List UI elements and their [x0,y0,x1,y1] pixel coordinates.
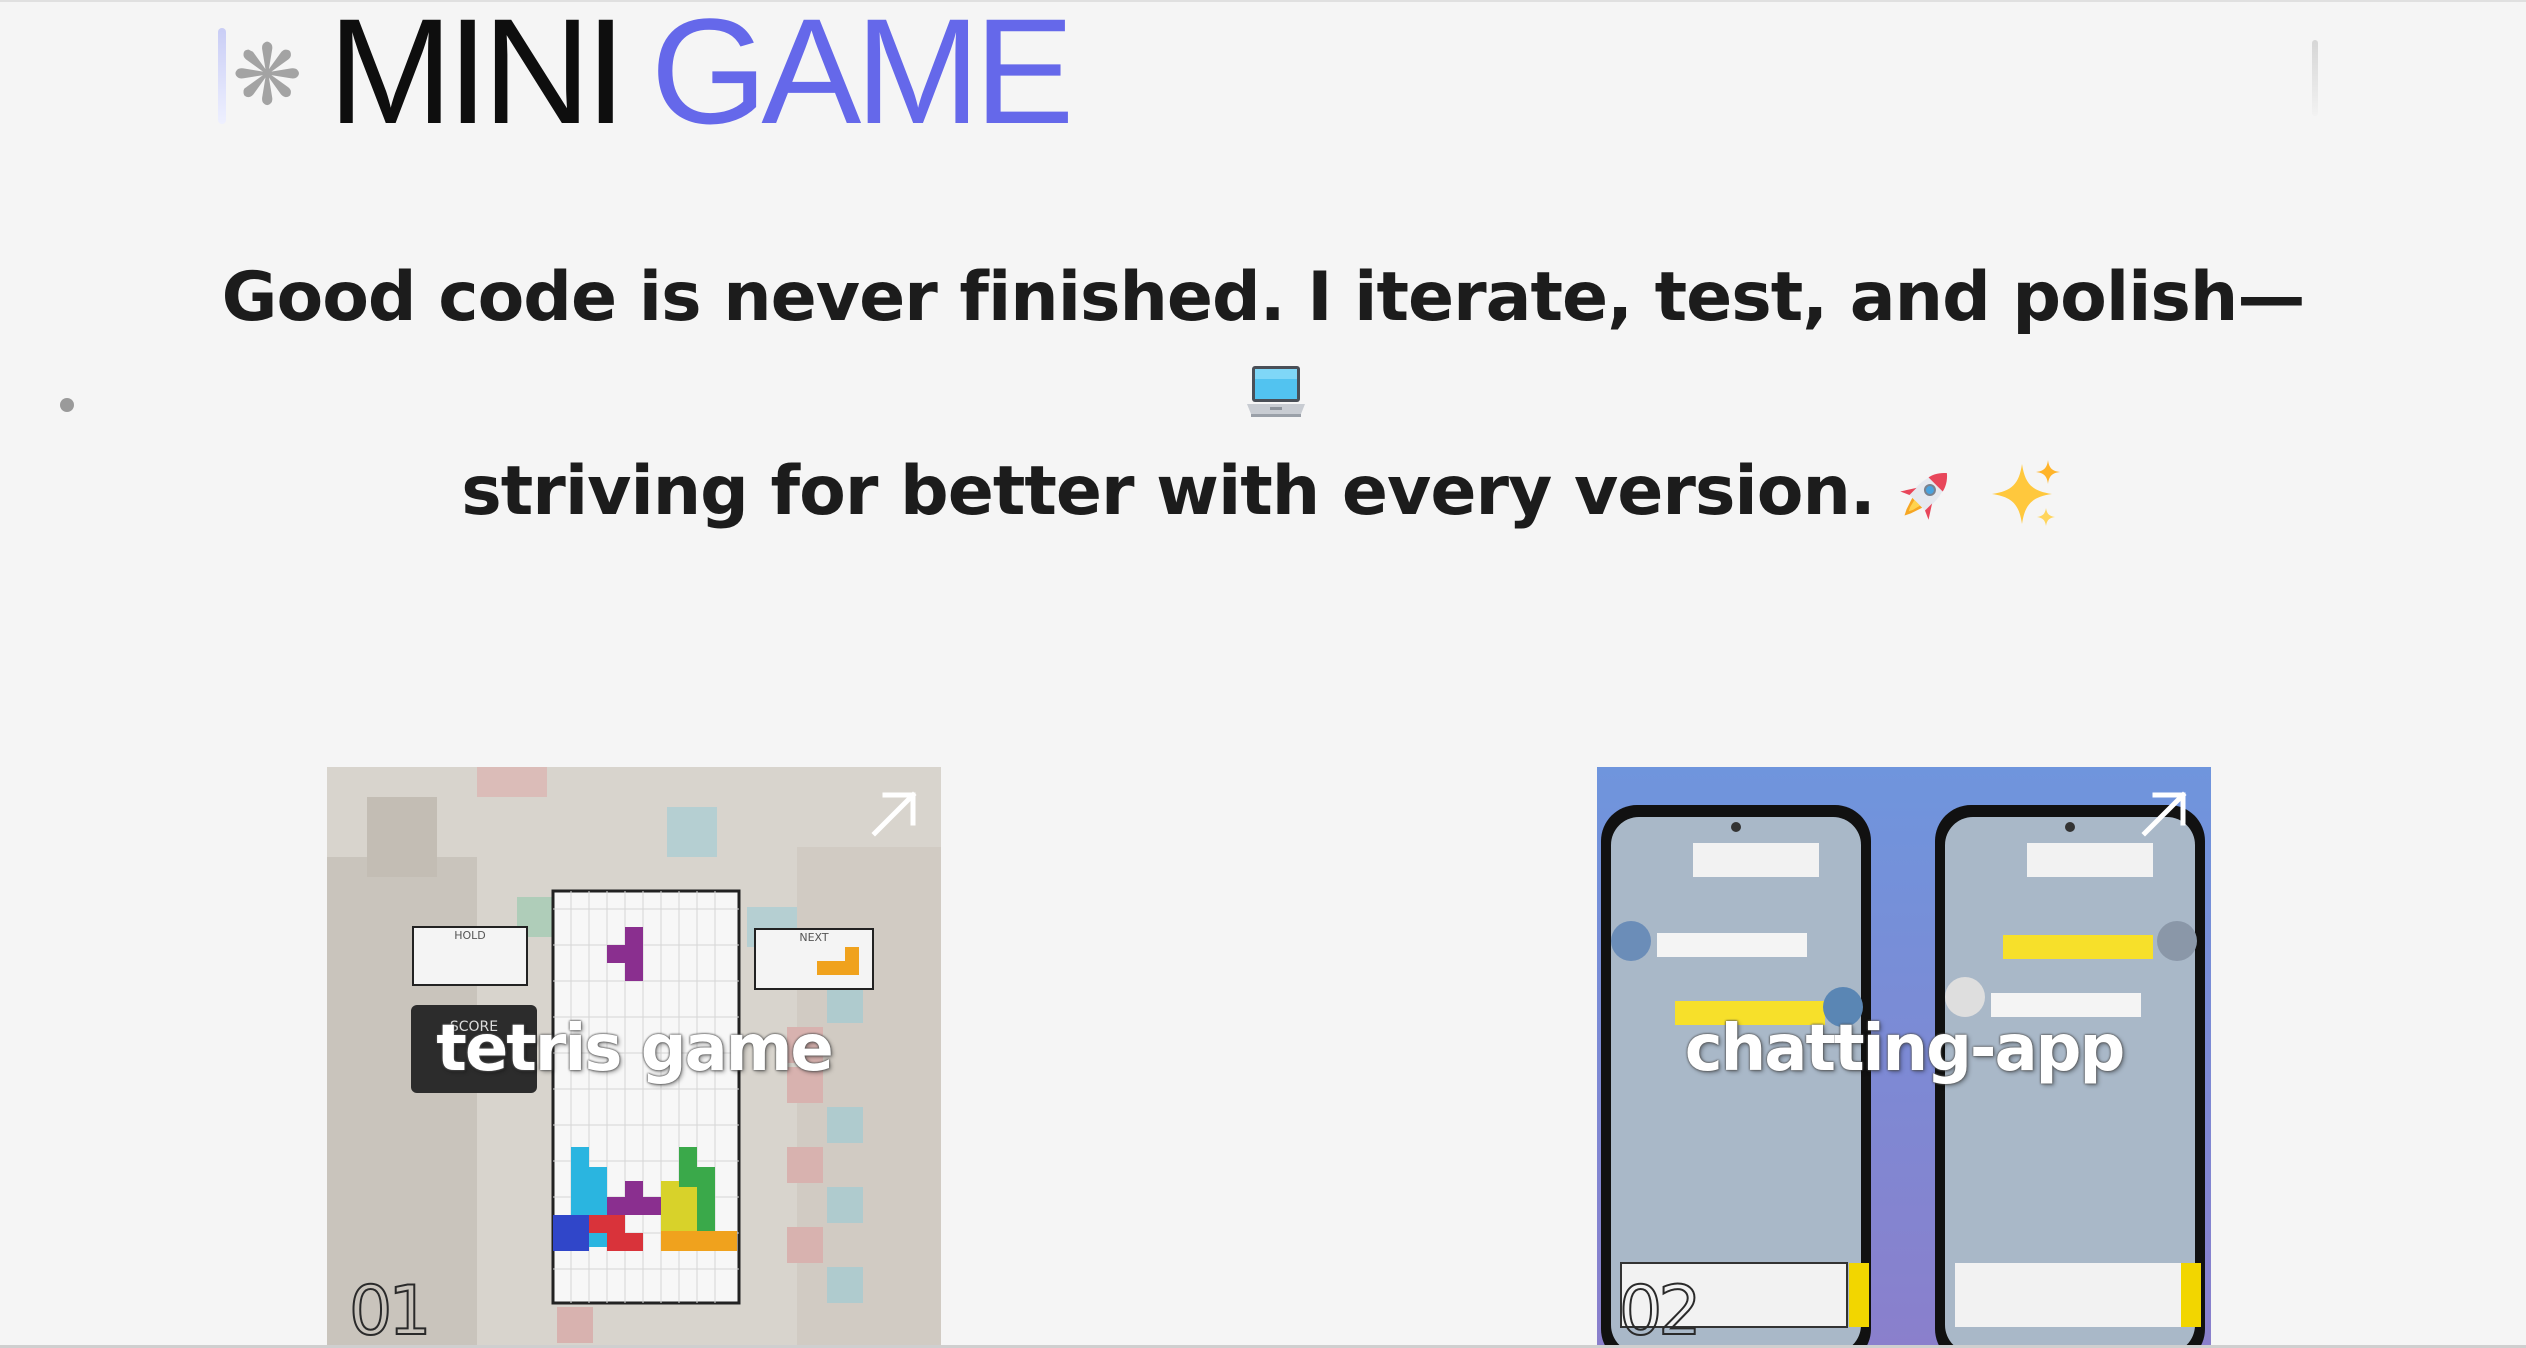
asterisk-icon: ❋ [232,26,303,124]
project-number: 02 [1618,1272,1702,1348]
title-word-mini: MINI [328,0,627,155]
project-title: tetris game [436,1012,834,1086]
quote-line-1: Good code is never finished. I iterate, … [221,258,2306,337]
project-number: 01 [348,1272,432,1348]
project-card-chatting-app[interactable]: chatting-app 02 [1597,767,2211,1348]
project-card-tetris[interactable]: HOLD SCORE NEXT tetris game 01 [327,767,941,1348]
laptop-icon [1247,366,1305,417]
header-right-accent-bar [2312,40,2318,116]
svg-text:HOLD: HOLD [454,929,486,942]
quote-line-2: striving for better with every version. [461,452,1875,531]
side-dot-indicator [60,398,74,412]
header-left-accent-bar [218,28,226,124]
svg-text:NEXT: NEXT [799,931,829,944]
sparkles-icon [1992,460,2060,526]
page-title: MINI GAME [328,0,1074,146]
title-word-game: GAME [650,0,1075,155]
project-title: chatting-app [1684,1012,2126,1086]
arrow-up-right-icon[interactable] [867,787,921,841]
arrow-up-right-icon[interactable] [2137,787,2191,841]
rocket-icon [1900,472,1948,520]
